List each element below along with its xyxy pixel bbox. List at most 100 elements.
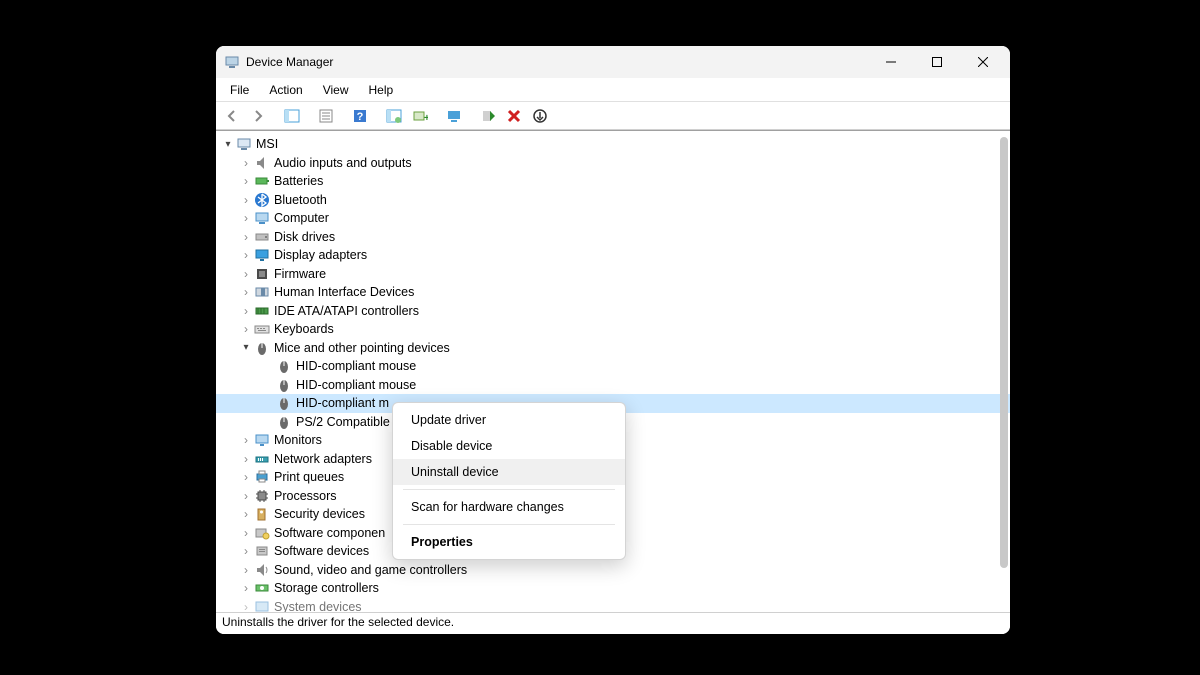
bluetooth-icon [254,192,270,208]
toolbar: ? + [216,102,1010,130]
tree-node-label: Audio inputs and outputs [274,156,412,170]
tree-node-label: Monitors [274,433,322,447]
tree-category[interactable]: Storage controllers [216,579,1010,598]
help-button[interactable]: ? [348,105,372,127]
expand-icon[interactable] [240,434,252,446]
expand-icon[interactable] [240,564,252,576]
maximize-button[interactable] [914,46,960,78]
menu-help[interactable]: Help [359,81,404,99]
properties-button[interactable] [314,105,338,127]
tree-category[interactable]: Bluetooth [216,191,1010,210]
software-device-icon [254,543,270,559]
expand-icon[interactable] [240,305,252,317]
display-icon [254,247,270,263]
tree-category[interactable]: Computer [216,209,1010,228]
tree-device[interactable]: HID-compliant mouse [216,357,1010,376]
mouse-icon [276,377,292,393]
expand-icon[interactable] [240,471,252,483]
statusbar: Uninstalls the driver for the selected d… [216,612,1010,634]
tree-category[interactable]: Keyboards [216,320,1010,339]
mouse-icon [276,414,292,430]
ctx-update-driver[interactable]: Update driver [393,407,625,433]
tree-node-label: HID-compliant m [296,396,389,410]
tree-node-label: HID-compliant mouse [296,359,416,373]
enable-device-button[interactable] [476,105,500,127]
add-hardware-button[interactable]: + [408,105,432,127]
show-hide-tree-button[interactable] [280,105,304,127]
tree-node-label: Human Interface Devices [274,285,414,299]
tree-node-label: System devices [274,600,362,612]
mouse-icon [276,395,292,411]
expand-icon[interactable] [240,527,252,539]
tree-device[interactable]: HID-compliant mouse [216,376,1010,395]
tree-root[interactable]: MSI [216,135,1010,154]
mouse-icon [276,358,292,374]
tree-category[interactable]: Audio inputs and outputs [216,154,1010,173]
back-button[interactable] [220,105,244,127]
sound-icon [254,562,270,578]
window-title: Device Manager [246,55,333,69]
ctx-uninstall-device[interactable]: Uninstall device [393,459,625,485]
disk-icon [254,229,270,245]
expand-icon[interactable] [240,231,252,243]
mouse-icon [254,340,270,356]
tree-category-mice[interactable]: Mice and other pointing devices [216,339,1010,358]
expand-icon[interactable] [240,453,252,465]
expand-icon[interactable] [240,508,252,520]
ctx-scan-hardware[interactable]: Scan for hardware changes [393,494,625,520]
ctx-disable-device[interactable]: Disable device [393,433,625,459]
expand-icon[interactable] [240,249,252,261]
storage-icon [254,580,270,596]
tree-category[interactable]: IDE ATA/ATAPI controllers [216,302,1010,321]
minimize-button[interactable] [868,46,914,78]
ctx-properties[interactable]: Properties [393,529,625,555]
expand-icon[interactable] [240,286,252,298]
disable-device-button[interactable] [528,105,552,127]
expand-icon[interactable] [240,601,252,612]
expand-icon[interactable] [240,323,252,335]
tree-category[interactable]: Disk drives [216,228,1010,247]
tree-category[interactable]: Display adapters [216,246,1010,265]
keyboard-icon [254,321,270,337]
expand-icon[interactable] [240,175,252,187]
tree-category[interactable]: Human Interface Devices [216,283,1010,302]
svg-text:?: ? [357,111,364,123]
battery-icon [254,173,270,189]
scrollbar[interactable] [1000,137,1008,568]
app-icon [224,54,240,70]
expand-icon[interactable] [240,545,252,557]
tree-category[interactable]: Firmware [216,265,1010,284]
tree-category[interactable]: Sound, video and game controllers [216,561,1010,580]
ctx-separator [403,524,615,525]
processor-icon [254,488,270,504]
tree-node-label: IDE ATA/ATAPI controllers [274,304,419,318]
expand-icon[interactable] [240,194,252,206]
expand-icon[interactable] [240,157,252,169]
forward-button[interactable] [246,105,270,127]
hid-icon [254,284,270,300]
update-driver-button[interactable] [442,105,466,127]
menu-file[interactable]: File [220,81,259,99]
tree-node-label: Computer [274,211,329,225]
expand-icon[interactable] [240,268,252,280]
scan-hardware-button[interactable] [382,105,406,127]
tree-node-label: Software componen [274,526,385,540]
expand-icon[interactable] [240,490,252,502]
expand-icon[interactable] [240,212,252,224]
menu-action[interactable]: Action [259,81,312,99]
expand-icon[interactable] [240,582,252,594]
security-icon [254,506,270,522]
system-icon [254,599,270,612]
tree-node-label: Batteries [274,174,323,188]
tree-category[interactable]: Batteries [216,172,1010,191]
tree-node-label: HID-compliant mouse [296,378,416,392]
tree-node-label: Security devices [274,507,365,521]
monitor-icon [254,432,270,448]
uninstall-device-button[interactable] [502,105,526,127]
close-button[interactable] [960,46,1006,78]
menu-view[interactable]: View [313,81,359,99]
expand-icon[interactable] [240,342,252,354]
expand-icon[interactable] [222,138,234,150]
tree-category[interactable]: System devices [216,598,1010,613]
tree-node-label: PS/2 Compatible [296,415,390,429]
